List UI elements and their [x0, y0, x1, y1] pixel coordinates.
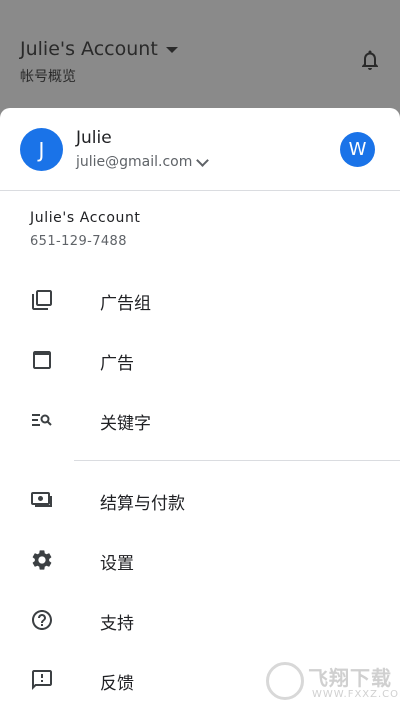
account-name: Julie's Account [30, 210, 141, 226]
nav-label: 结算与付款 [100, 494, 185, 514]
ads-icon [33, 351, 51, 369]
chevron-down-icon [196, 153, 210, 167]
secondary-avatar[interactable]: W [340, 132, 375, 167]
avatar[interactable]: J [20, 128, 63, 171]
nav-item-support[interactable]: 支持 [0, 590, 400, 650]
secondary-avatar-letter: W [348, 139, 367, 160]
nav-label: 关键字 [100, 414, 151, 434]
user-email-switcher[interactable]: julie@gmail.com [76, 153, 210, 170]
nav-label: 反馈 [100, 674, 134, 694]
watermark-logo-icon [266, 662, 304, 700]
nav-label: 设置 [100, 554, 134, 574]
user-name: Julie [76, 128, 112, 148]
avatar-letter: J [38, 137, 45, 162]
watermark-text: 飞翔下载 [308, 666, 392, 690]
user-email: julie@gmail.com [76, 154, 193, 170]
nav-label: 广告 [100, 354, 134, 374]
account-switcher[interactable]: Julie's Account [20, 38, 178, 60]
ad-groups-icon [32, 290, 52, 310]
nav-label: 广告组 [100, 294, 151, 314]
divider [74, 460, 400, 461]
user-header: J Julie julie@gmail.com W [0, 108, 400, 191]
account-info: Julie's Account 651-129-7488 [30, 210, 141, 249]
bell-icon[interactable] [358, 48, 382, 72]
settings-icon [32, 550, 52, 570]
account-title: Julie's Account [20, 38, 158, 60]
nav-item-settings[interactable]: 设置 [0, 530, 400, 590]
watermark: 飞翔下载 WWW.FXXZ.COM [266, 660, 400, 706]
nav-item-billing[interactable]: 结算与付款 [0, 470, 400, 530]
account-drawer: J Julie julie@gmail.com W Julie's Accoun… [0, 108, 400, 711]
billing-icon [31, 492, 52, 507]
caret-down-icon [165, 47, 178, 53]
watermark-subtext: WWW.FXXZ.COM [312, 689, 400, 700]
nav-label: 支持 [100, 614, 134, 634]
nav-item-ads[interactable]: 广告 [0, 330, 400, 390]
keywords-icon [32, 414, 52, 426]
account-id: 651-129-7488 [30, 234, 127, 249]
account-subtitle: 帐号概览 [20, 69, 76, 85]
help-icon [32, 610, 52, 630]
feedback-icon [32, 670, 52, 690]
nav-item-keywords[interactable]: 关键字 [0, 390, 400, 450]
nav-item-ad-groups[interactable]: 广告组 [0, 270, 400, 330]
app-bar: Julie's Account 帐号概览 [0, 0, 400, 96]
